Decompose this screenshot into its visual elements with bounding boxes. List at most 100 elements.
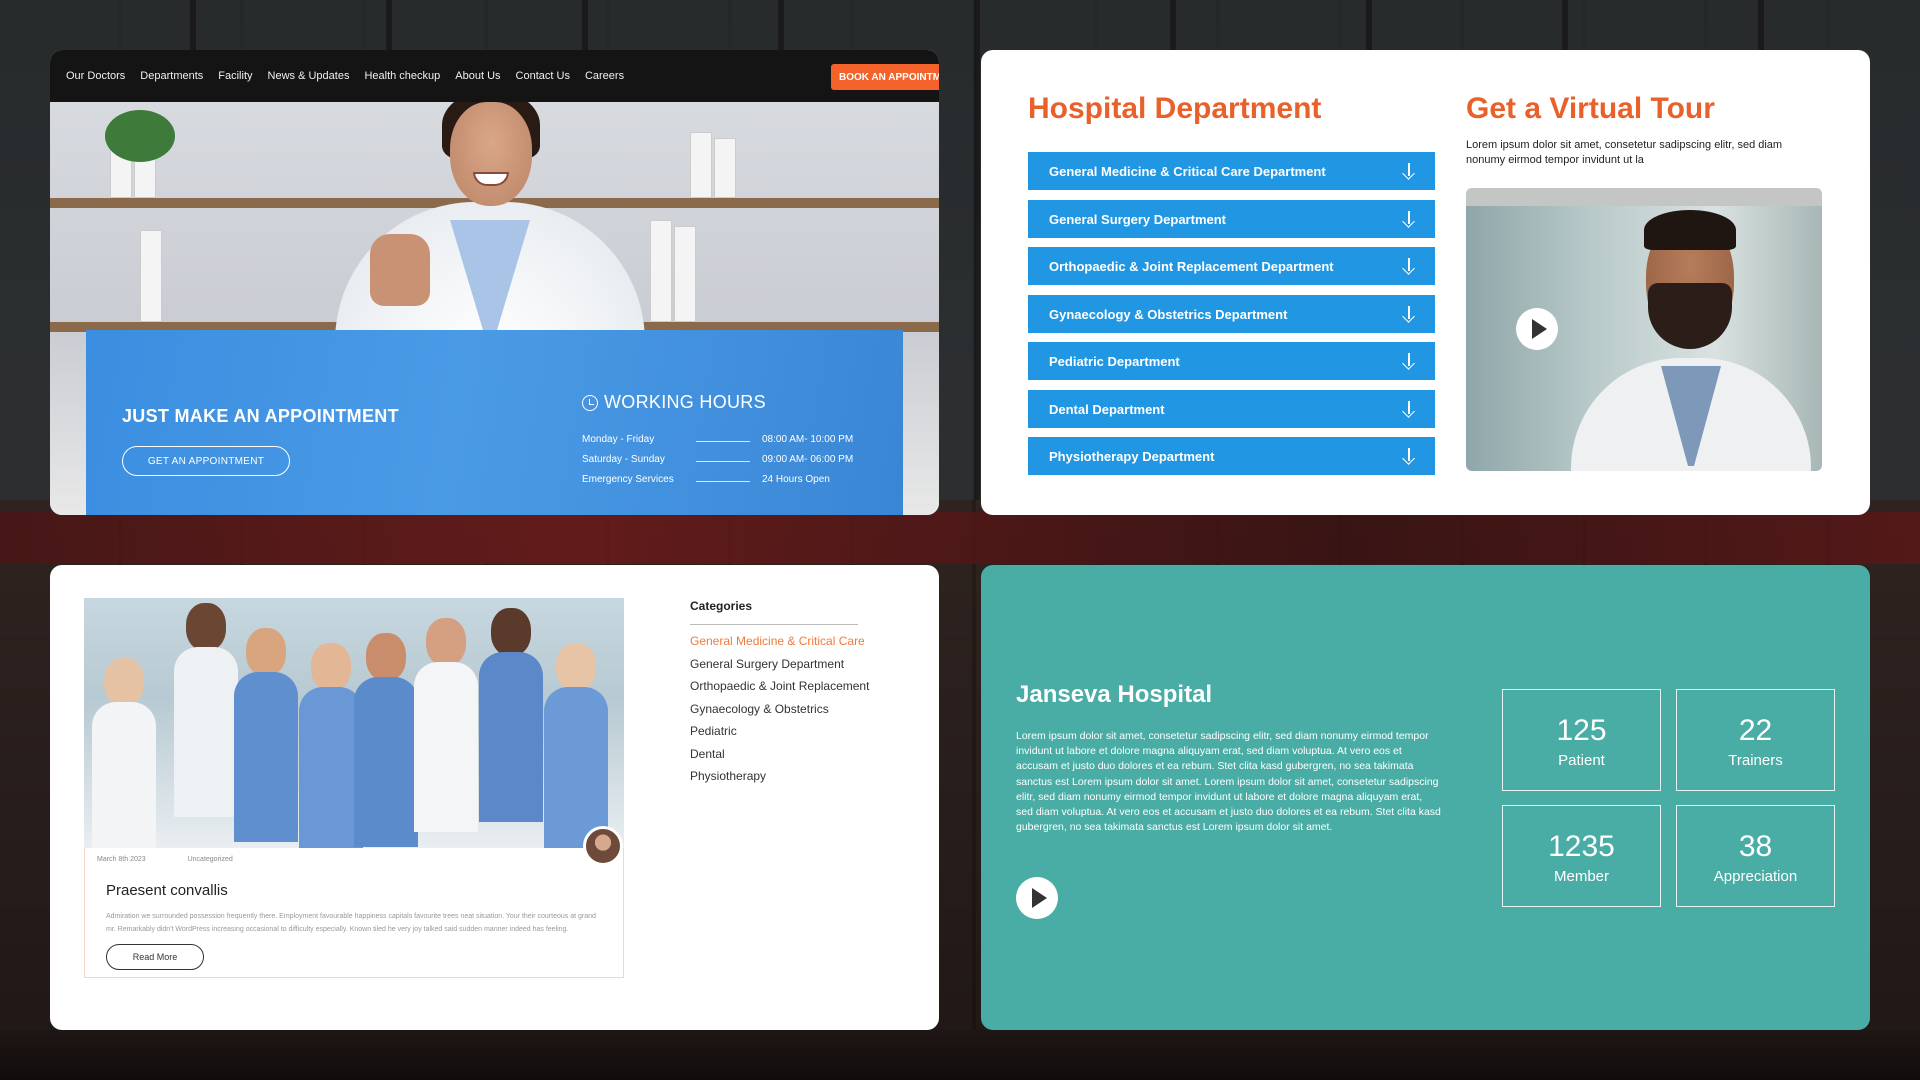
arrow-down-icon bbox=[1403, 353, 1415, 369]
department-general-surgery[interactable]: General Surgery Department bbox=[1028, 200, 1435, 238]
staff-figure bbox=[414, 618, 478, 848]
category-pediatric[interactable]: Pediatric bbox=[690, 724, 737, 738]
department-gynaecology[interactable]: Gynaecology & Obstetrics Department bbox=[1028, 295, 1435, 333]
category-orthopaedic[interactable]: Orthopaedic & Joint Replacement bbox=[690, 679, 869, 693]
blog-panel: March 8th 2023 Uncategorized Praesent co… bbox=[50, 565, 939, 1030]
background-floor bbox=[0, 1030, 1920, 1080]
appointment-title: JUST MAKE AN APPOINTMENT bbox=[122, 406, 399, 426]
department-label: General Medicine & Critical Care Departm… bbox=[1049, 163, 1326, 179]
category-general-medicine[interactable]: General Medicine & Critical Care bbox=[690, 634, 865, 648]
binder bbox=[650, 220, 672, 322]
category-gynaecology[interactable]: Gynaecology & Obstetrics bbox=[690, 702, 829, 716]
staff-figure bbox=[92, 658, 156, 848]
nav-our-doctors[interactable]: Our Doctors bbox=[66, 70, 125, 82]
staff-figure bbox=[479, 608, 543, 848]
arrow-down-icon bbox=[1403, 163, 1415, 179]
arrow-down-icon bbox=[1403, 211, 1415, 227]
nav-health-checkup[interactable]: Health checkup bbox=[364, 70, 440, 82]
department-general-medicine[interactable]: General Medicine & Critical Care Departm… bbox=[1028, 152, 1435, 190]
staff-figure bbox=[354, 633, 418, 848]
department-label: Dental Department bbox=[1049, 401, 1165, 417]
working-hours-heading: WORKING HOURS bbox=[582, 392, 766, 413]
hours-divider bbox=[696, 461, 750, 462]
department-label: Physiotherapy Department bbox=[1049, 448, 1215, 464]
appointment-box: JUST MAKE AN APPOINTMENT GET AN APPOINTM… bbox=[86, 330, 903, 515]
arrow-down-icon bbox=[1403, 448, 1415, 464]
blog-meta: March 8th 2023 Uncategorized bbox=[97, 856, 273, 863]
background-red-signage bbox=[0, 512, 1920, 564]
nav-departments[interactable]: Departments bbox=[140, 70, 203, 82]
categories-title: Categories bbox=[690, 599, 753, 613]
department-pediatric[interactable]: Pediatric Department bbox=[1028, 342, 1435, 380]
hours-day: Saturday - Sunday bbox=[582, 454, 665, 465]
arrow-down-icon bbox=[1403, 401, 1415, 417]
hours-row: Saturday - Sunday 09:00 AM- 06:00 PM bbox=[582, 454, 882, 468]
stat-value: 1235 bbox=[1548, 830, 1615, 863]
binder bbox=[674, 226, 696, 322]
hours-day: Monday - Friday bbox=[582, 434, 655, 445]
stat-card: 125 Patient bbox=[1502, 689, 1661, 791]
clock-icon bbox=[582, 394, 598, 411]
thumbs-up-hand bbox=[370, 234, 430, 306]
hospital-title: Janseva Hospital bbox=[1016, 681, 1213, 708]
stat-value: 22 bbox=[1738, 714, 1773, 747]
stat-label: Member bbox=[1553, 868, 1609, 885]
blog-card: March 8th 2023 Uncategorized Praesent co… bbox=[84, 826, 624, 978]
category-dental[interactable]: Dental bbox=[690, 747, 725, 761]
video-top-bar bbox=[1466, 188, 1822, 206]
nav-news-updates[interactable]: News & Updates bbox=[268, 70, 350, 82]
hours-time: 09:00 AM- 06:00 PM bbox=[762, 454, 854, 465]
arrow-down-icon bbox=[1403, 306, 1415, 322]
blog-date: March 8th 2023 bbox=[97, 856, 146, 863]
department-label: Gynaecology & Obstetrics Department bbox=[1049, 306, 1288, 322]
department-physiotherapy[interactable]: Physiotherapy Department bbox=[1028, 437, 1435, 475]
department-orthopaedic[interactable]: Orthopaedic & Joint Replacement Departme… bbox=[1028, 247, 1435, 285]
read-more-button[interactable]: Read More bbox=[106, 944, 204, 970]
nav-contact-us[interactable]: Contact Us bbox=[516, 70, 570, 82]
team-photo bbox=[84, 598, 624, 848]
doctor-face bbox=[450, 102, 532, 206]
department-dental[interactable]: Dental Department bbox=[1028, 390, 1435, 428]
working-hours-title: WORKING HOURS bbox=[604, 392, 766, 412]
hours-row: Emergency Services 24 Hours Open bbox=[582, 474, 882, 488]
departments-title: Hospital Department bbox=[1028, 92, 1322, 125]
plant bbox=[105, 110, 175, 162]
virtual-tour-text: Lorem ipsum dolor sit amet, consetetur s… bbox=[1466, 139, 1783, 166]
stat-value: 38 bbox=[1738, 830, 1773, 863]
binder bbox=[690, 132, 712, 198]
play-icon[interactable] bbox=[1516, 308, 1558, 350]
hours-time: 24 Hours Open bbox=[762, 474, 830, 485]
staff-figure bbox=[544, 643, 608, 848]
staff-figure bbox=[234, 628, 298, 848]
stat-label: Trainers bbox=[1728, 752, 1783, 769]
hours-row: Monday - Friday 08:00 AM- 10:00 PM bbox=[582, 434, 882, 448]
hero-panel: Our Doctors Departments Facility News & … bbox=[50, 50, 939, 515]
get-appointment-button[interactable]: GET AN APPOINTMENT bbox=[122, 446, 290, 476]
nav-about-us[interactable]: About Us bbox=[455, 70, 500, 82]
hours-divider bbox=[696, 481, 750, 482]
stat-card: 38 Appreciation bbox=[1676, 805, 1835, 907]
hours-time: 08:00 AM- 10:00 PM bbox=[762, 434, 854, 445]
category-physiotherapy[interactable]: Physiotherapy bbox=[690, 769, 766, 783]
main-nav: Our Doctors Departments Facility News & … bbox=[50, 50, 939, 102]
blog-title[interactable]: Praesent convallis bbox=[106, 882, 228, 899]
category-general-surgery[interactable]: General Surgery Department bbox=[690, 657, 844, 671]
departments-panel: Hospital Department General Medicine & C… bbox=[981, 50, 1870, 515]
hours-day: Emergency Services bbox=[582, 474, 674, 485]
staff-figure bbox=[174, 603, 238, 848]
stat-value: 125 bbox=[1556, 714, 1607, 747]
categories-divider bbox=[690, 624, 858, 625]
department-label: Orthopaedic & Joint Replacement Departme… bbox=[1049, 258, 1334, 274]
hours-divider bbox=[696, 441, 750, 442]
author-avatar bbox=[583, 826, 623, 866]
play-icon[interactable] bbox=[1016, 877, 1058, 919]
doctor-hair bbox=[1644, 210, 1736, 250]
blog-excerpt: Admiration we surrounded possession freq… bbox=[106, 913, 596, 933]
arrow-down-icon bbox=[1403, 258, 1415, 274]
nav-facility[interactable]: Facility bbox=[218, 70, 252, 82]
virtual-tour-title: Get a Virtual Tour bbox=[1466, 92, 1715, 125]
nav-careers[interactable]: Careers bbox=[585, 70, 624, 82]
blog-category[interactable]: Uncategorized bbox=[188, 856, 233, 863]
virtual-tour-video[interactable] bbox=[1466, 188, 1822, 471]
book-appointment-button[interactable]: BOOK AN APPOINTM bbox=[831, 64, 939, 90]
